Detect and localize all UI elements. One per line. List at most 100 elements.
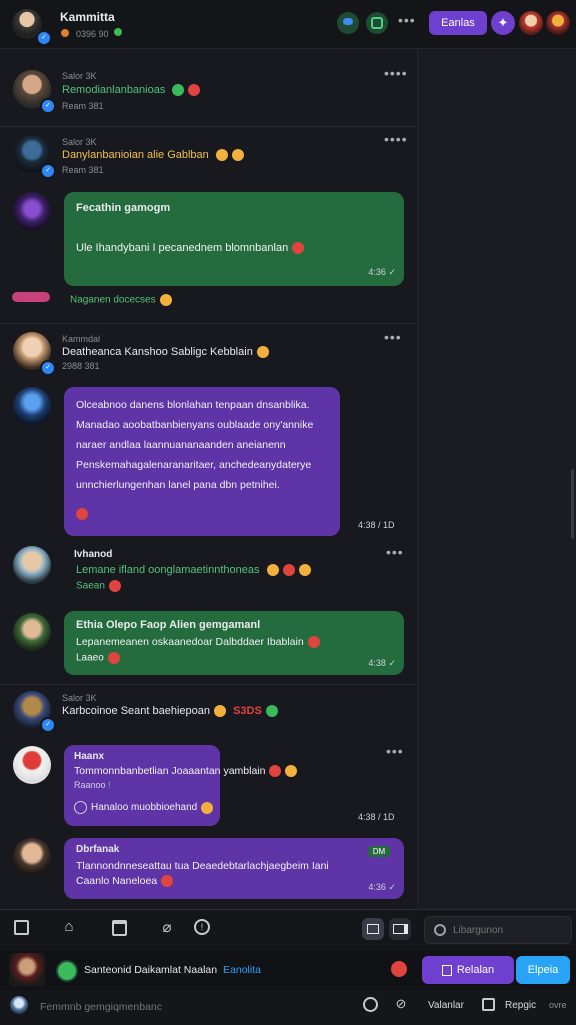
calendar-icon[interactable] [110, 920, 128, 938]
bubble-line: naraer andlaa laannuananaanden aneianenn [76, 439, 286, 451]
emoji-icon [298, 564, 311, 577]
cloud-button[interactable] [337, 12, 359, 34]
search-icon [434, 924, 446, 936]
panel-scrollbar[interactable] [571, 469, 574, 539]
post-meta: Salor 3K [62, 693, 97, 703]
emoji-icon [108, 580, 121, 592]
post-text-content: Danylanbanioian alie Gablban [62, 149, 209, 161]
post-meta: Salor 3K [62, 137, 97, 147]
bubble-text-content: Ule Ihandybani I pecanednem blomnbanlan [76, 242, 289, 254]
info-icon: ǃ [108, 780, 111, 790]
post-meta: Salor 3K [62, 71, 97, 81]
info-circle-icon[interactable]: ! [193, 919, 211, 937]
footer-link-1[interactable]: Valanlar [428, 1000, 464, 1011]
verified-badge-icon: ✓ [40, 360, 56, 376]
bubble-title: Ethia Olepo Faop Alien gemgamanl [76, 619, 261, 631]
divider [0, 126, 416, 127]
link-text: Hanaloo muobbioehand [91, 802, 198, 814]
post-text-content: Karbcoinoe Seant baehiepoan [62, 705, 211, 717]
message-bubble[interactable]: Dbrfanak DM Tlannondnneseattau tua Deaed… [64, 838, 404, 899]
bubble-link[interactable]: Hanaloo muobbioehand [74, 801, 214, 814]
sender-avatar[interactable] [13, 192, 51, 230]
message-feed: ✓ Salor 3K •••• Remodianlanbanioas Ream … [0, 49, 416, 909]
post-options-icon[interactable]: ••• [386, 743, 404, 759]
message-time: 4:36 ✓ [368, 882, 396, 892]
grid-icon[interactable] [481, 998, 495, 1012]
emoji-icon [269, 765, 282, 778]
timer-button[interactable] [366, 12, 388, 34]
emoji-icon [188, 84, 201, 97]
user-avatar-1[interactable] [519, 11, 543, 35]
layout-toggle-1[interactable] [362, 918, 384, 940]
bubble-line: unnchierlungenhan lanel pana dbn petnihe… [76, 479, 280, 491]
compose-input[interactable] [38, 996, 352, 1018]
message-time: 4:38 / 1D [358, 812, 395, 822]
secondary-action-button[interactable]: Elpeia [516, 956, 570, 984]
emoji-icon [292, 242, 305, 255]
primary-header-button[interactable]: Eanlas [429, 11, 487, 35]
message-bubble[interactable]: Fecathin gamogm Ule Ihandybani I pecaned… [64, 192, 404, 286]
post-text: Remodianlanbanioas [62, 84, 201, 97]
bubble-title: Fecathin gamogm [76, 202, 171, 214]
primary-action-button[interactable]: Relalan [422, 956, 514, 984]
attach-icon[interactable]: ⌀ [158, 918, 176, 936]
emoji-picker-icon[interactable] [362, 997, 378, 1013]
more-options-icon[interactable]: ••• [398, 12, 416, 28]
home-icon[interactable]: ⌂ [60, 918, 78, 936]
emoji-icon [285, 765, 298, 778]
verified-badge-icon: ✓ [36, 30, 52, 46]
author-avatar[interactable] [13, 546, 51, 584]
sender-avatar[interactable] [13, 746, 51, 784]
status-avatar[interactable] [9, 953, 45, 987]
message-bubble[interactable]: Ethia Olepo Faop Alien gemgamanl Lepanem… [64, 611, 404, 675]
post-subtext-content: Saean [76, 580, 105, 592]
sender-avatar[interactable] [13, 838, 51, 876]
layout-split-icon [392, 924, 408, 934]
post-options-icon[interactable]: •••• [384, 131, 408, 147]
time-text: 4:38 [368, 658, 386, 668]
online-dot-icon [114, 28, 122, 36]
layout-icon [367, 924, 379, 934]
app-title: Kammitta [60, 10, 115, 24]
emoji-icon [282, 564, 295, 577]
post-options-icon[interactable]: •••• [384, 65, 408, 81]
verified-badge-icon: ✓ [40, 163, 56, 179]
sender-avatar[interactable] [13, 613, 51, 651]
user-avatar-2[interactable] [546, 11, 570, 35]
search-box[interactable] [424, 916, 572, 944]
layout-toggle-2[interactable] [389, 918, 411, 940]
message-bubble[interactable]: Haanx Tommonnbanbetlian Joaaantan yambla… [64, 745, 298, 826]
post-time: 2988 381 [62, 361, 100, 371]
bubble-text: Tlannondnneseattau tua Deaedebtarlachjae… [76, 860, 329, 872]
status-indicator-icon [56, 960, 78, 982]
post-time: Ream 381 [62, 101, 104, 111]
post-text: Karbcoinoe Seant baehiepoan S3DS [62, 705, 278, 718]
search-input[interactable] [451, 921, 567, 939]
link-icon [74, 801, 87, 814]
post-badge: S3DS [233, 705, 262, 717]
timer-icon [371, 17, 383, 29]
star-button[interactable]: ✦ [491, 11, 515, 35]
post-text-content: Remodianlanbanioas [62, 84, 166, 96]
footer-link-3[interactable]: ovre [549, 1000, 567, 1010]
status-link[interactable]: Eanolita [223, 964, 261, 976]
bubble-text: Ule Ihandybani I pecanednem blomnbanlan [76, 242, 305, 255]
post-options-icon[interactable]: ••• [386, 544, 404, 560]
emoji-icon [215, 149, 228, 162]
compose-avatar[interactable] [10, 996, 28, 1014]
footer-link-2[interactable]: Repgic [505, 1000, 536, 1011]
bubble-title: Dbrfanak [76, 844, 120, 855]
reaction-pill-icon [12, 292, 50, 302]
action-icon [441, 964, 452, 976]
alert-icon[interactable] [391, 961, 407, 977]
message-bubble[interactable]: Olceabnoo danens blonlahan tenpaan dnsan… [64, 387, 340, 536]
send-icon[interactable]: ⊘ [392, 996, 410, 1014]
post-text-content: Deatheanca Kanshoo Sabligc Kebblain [62, 346, 253, 358]
sender-avatar[interactable] [13, 387, 51, 425]
bubble-text: Tommonnbanbetlian Joaaantan yamblain [74, 765, 298, 778]
message-time: 4:38 / 1D [358, 520, 395, 530]
post-options-icon[interactable]: ••• [384, 329, 402, 345]
compose-icon[interactable] [12, 920, 30, 938]
post-author: Kammdal [62, 334, 101, 344]
emoji-icon [231, 149, 244, 162]
